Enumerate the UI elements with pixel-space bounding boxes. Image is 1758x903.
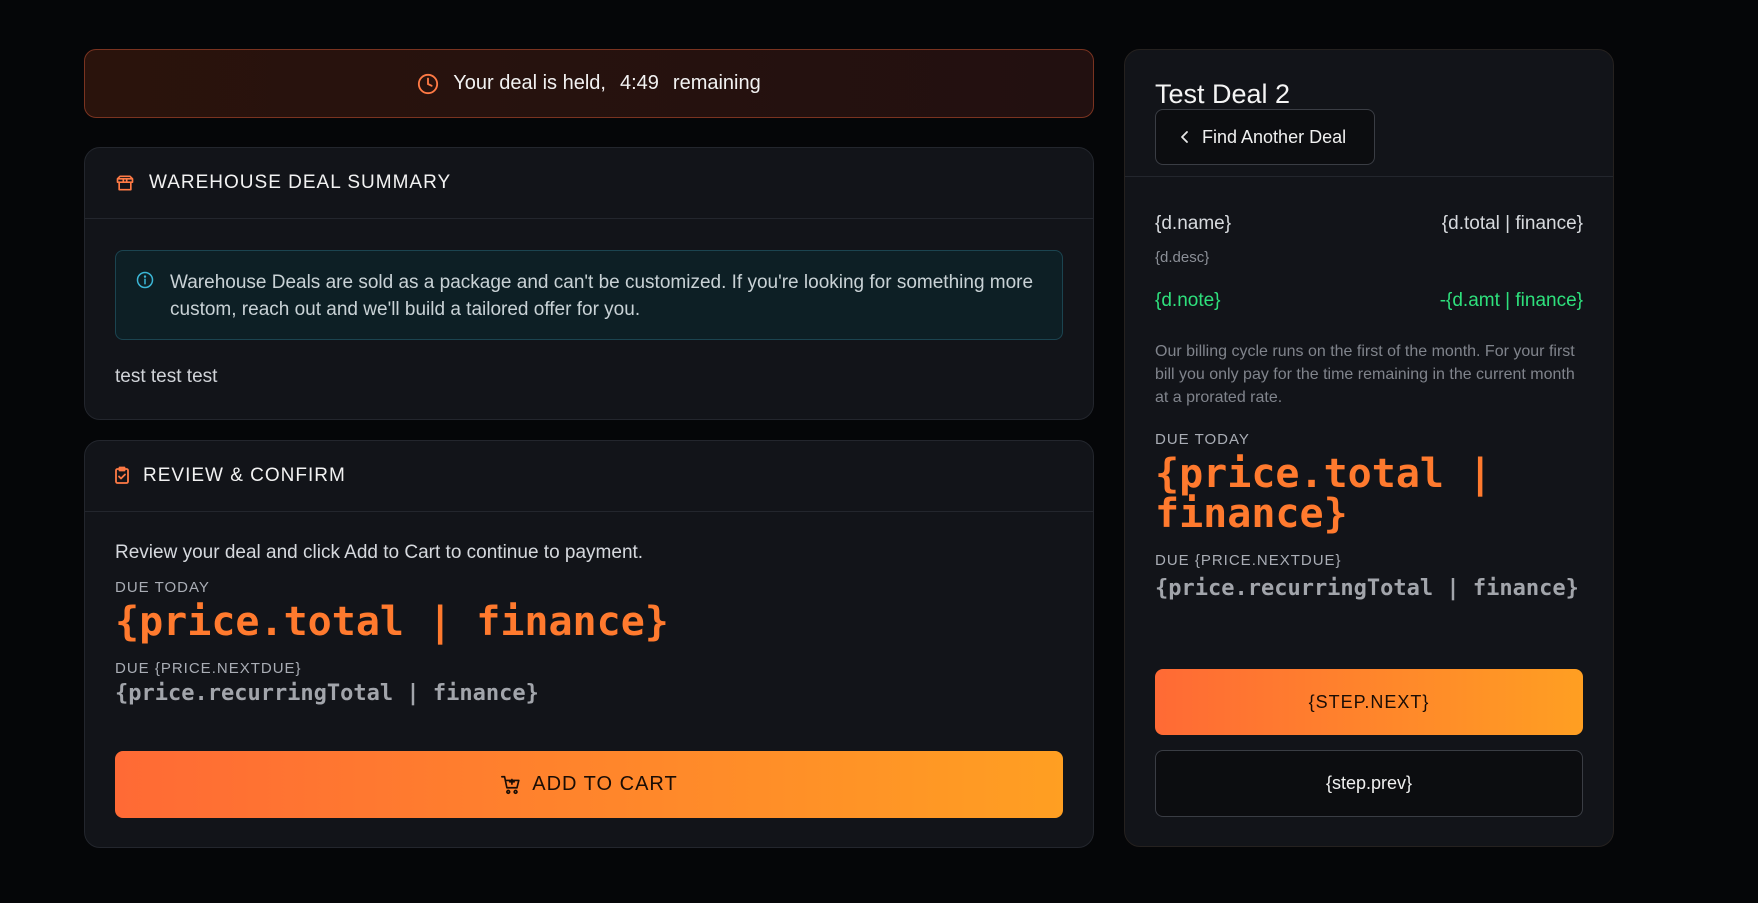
review-title: REVIEW & CONFIRM [143, 465, 346, 486]
deal-hold-timer-banner: Your deal is held, 4:49 remaining [84, 49, 1094, 118]
side-panel-header: Test Deal 2 Find Another Deal [1125, 50, 1613, 177]
clock-icon [417, 73, 439, 95]
next-due-amount: {price.recurringTotal | finance} [115, 681, 539, 706]
deal-title: Test Deal 2 [1155, 79, 1291, 109]
discount-note: {d.note} [1155, 290, 1221, 311]
info-icon [136, 271, 154, 289]
cart-icon [500, 774, 522, 796]
review-confirm-card: REVIEW & CONFIRM Review your deal and cl… [84, 440, 1094, 848]
customization-info-notice: Warehouse Deals are sold as a package an… [115, 250, 1063, 340]
clipboard-check-icon [115, 466, 129, 486]
side-due-today-amount: {price.total | finance} [1155, 451, 1493, 537]
warehouse-deal-summary-card: WAREHOUSE DEAL SUMMARY Warehouse Deals a… [84, 147, 1094, 420]
timer-suffix: remaining [672, 72, 761, 94]
discount-row: {d.note} -{d.amt | finance} [1155, 290, 1583, 312]
find-another-deal-label: Find Another Deal [1202, 126, 1347, 147]
summary-title: WAREHOUSE DEAL SUMMARY [149, 172, 452, 193]
line-item-row: {d.name} {d.total | finance} [1155, 213, 1583, 235]
order-summary-panel: Test Deal 2 Find Another Deal {d.name} {… [1124, 49, 1614, 847]
side-next-due-label: DUE {PRICE.NEXTDUE} [1155, 552, 1342, 569]
package-icon [115, 173, 135, 193]
side-next-due-amount: {price.recurringTotal | finance} [1155, 576, 1579, 601]
line-item-total: {d.total | finance} [1441, 213, 1583, 234]
review-card-header: REVIEW & CONFIRM [85, 441, 1093, 512]
summary-card-header: WAREHOUSE DEAL SUMMARY [85, 148, 1093, 219]
next-due-label: DUE {PRICE.NEXTDUE} [115, 660, 302, 677]
review-intro-text: Review your deal and click Add to Cart t… [115, 542, 644, 563]
chevron-left-icon [1178, 130, 1192, 144]
line-item-name: {d.name} [1155, 213, 1232, 234]
discount-amount: -{d.amt | finance} [1439, 290, 1583, 311]
billing-cycle-note: Our billing cycle runs on the first of t… [1155, 343, 1575, 406]
info-text: Warehouse Deals are sold as a package an… [170, 272, 1034, 320]
timer-prefix: Your deal is held, [453, 72, 606, 94]
due-today-label: DUE TODAY [115, 579, 210, 596]
line-item-description: {d.desc} [1155, 249, 1210, 266]
due-today-amount: {price.total | finance} [115, 599, 669, 645]
side-due-today-label: DUE TODAY [1155, 431, 1250, 448]
add-to-cart-button[interactable]: ADD TO CART [115, 751, 1063, 818]
previous-step-button[interactable]: {step.prev} [1155, 750, 1583, 817]
next-step-button[interactable]: {STEP.NEXT} [1155, 669, 1583, 735]
timer-countdown: 4:49 [619, 72, 659, 94]
summary-body-text: test test test [115, 366, 218, 387]
find-another-deal-button[interactable]: Find Another Deal [1155, 109, 1375, 165]
add-to-cart-label: ADD TO CART [532, 773, 678, 795]
